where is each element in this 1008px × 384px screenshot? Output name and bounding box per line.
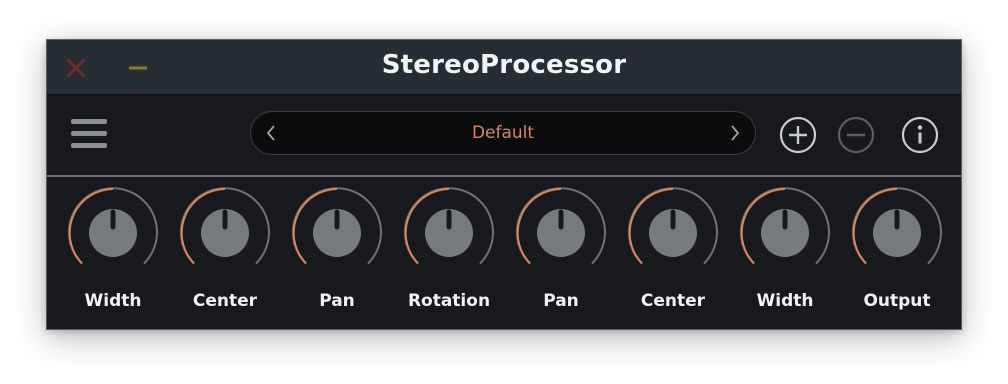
knobs-panel: Width Center Pan Rotation Pan Center Wid…	[47, 177, 961, 329]
knob-control-center: Center	[167, 187, 279, 327]
info-button[interactable]	[900, 115, 940, 155]
width-knob[interactable]	[739, 187, 831, 279]
knob-control-center-2: Center	[615, 187, 727, 327]
window-title: StereoProcessor	[381, 50, 627, 80]
center-knob[interactable]	[179, 187, 271, 279]
preset-prev-button[interactable]	[260, 121, 284, 145]
hamburger-menu-icon	[71, 119, 107, 124]
knob-label: Pan	[543, 291, 579, 311]
knob-control-output: Output	[839, 187, 951, 327]
knob-control-width: Width	[55, 187, 167, 327]
knob-label: Width	[84, 291, 142, 311]
knob-label: Output	[863, 291, 931, 311]
pan-knob[interactable]	[515, 187, 607, 279]
preset-name: Default	[471, 123, 535, 143]
rotation-knob[interactable]	[403, 187, 495, 279]
knob-label: Rotation	[407, 291, 491, 311]
preset-next-button[interactable]	[722, 121, 746, 145]
preset-selector[interactable]: Default	[250, 111, 756, 155]
info-circle-icon	[901, 116, 939, 154]
knob-label: Center	[192, 291, 258, 311]
hamburger-menu-icon	[71, 131, 107, 136]
knob-label: Pan	[319, 291, 355, 311]
minus-circle-icon	[837, 116, 875, 154]
chevron-left-icon	[267, 125, 275, 141]
toolbar: Default	[47, 95, 961, 175]
hamburger-menu-icon	[71, 143, 107, 148]
knob-control-pan-2: Pan	[503, 187, 615, 327]
menu-button[interactable]	[71, 119, 107, 153]
knob-control-width-2: Width	[727, 187, 839, 327]
output-knob[interactable]	[851, 187, 943, 279]
remove-preset-button[interactable]	[836, 115, 876, 155]
knob-label: Center	[640, 291, 706, 311]
center-knob[interactable]	[627, 187, 719, 279]
plugin-window: StereoProcessor Default Width Center Pan…	[46, 39, 962, 330]
knob-label: Width	[756, 291, 814, 311]
plus-circle-icon	[779, 116, 817, 154]
pan-knob[interactable]	[291, 187, 383, 279]
knob-control-pan: Pan	[279, 187, 391, 327]
width-knob[interactable]	[67, 187, 159, 279]
knob-control-rotation: Rotation	[391, 187, 503, 327]
title-bar: StereoProcessor	[47, 40, 961, 95]
chevron-right-icon	[731, 125, 739, 141]
add-preset-button[interactable]	[778, 115, 818, 155]
